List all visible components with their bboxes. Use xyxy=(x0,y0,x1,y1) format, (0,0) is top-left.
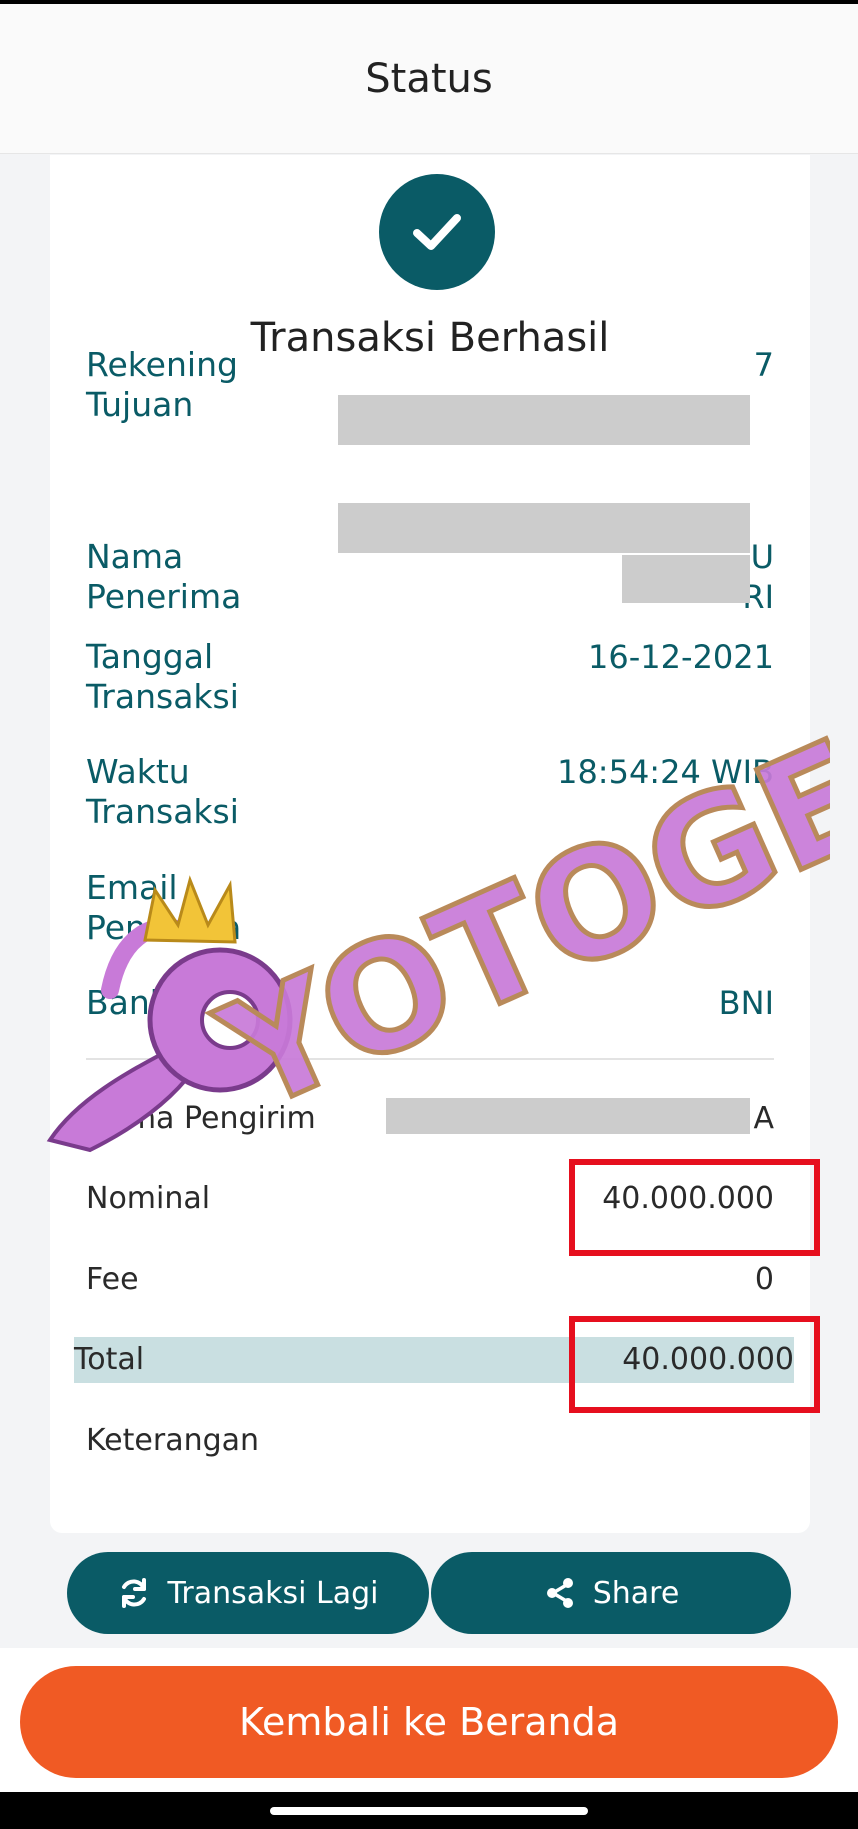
redacted-rekening xyxy=(338,395,750,445)
nama-penerima-value-line1: U xyxy=(750,538,774,576)
bank-value: BNI xyxy=(718,984,774,1022)
row-keterangan: Keterangan xyxy=(86,1421,774,1461)
highlight-box-nominal xyxy=(569,1159,820,1256)
tanggal-value: 16-12-2021 xyxy=(588,638,774,676)
redacted-pengirim xyxy=(386,1098,750,1134)
row-waktu-transaksi: Waktu Transaksi 18:54:24 WIB xyxy=(86,752,774,832)
nama-penerima-label: Nama Penerima xyxy=(86,537,242,616)
keterangan-label: Keterangan xyxy=(86,1423,260,1458)
row-email-penerima: Email Penerima xyxy=(86,868,774,948)
waktu-value: 18:54:24 WIB xyxy=(557,753,774,791)
app-header: Status xyxy=(0,4,858,154)
rekening-value: 7 xyxy=(753,346,774,384)
highlight-box-total xyxy=(569,1316,820,1413)
section-divider xyxy=(86,1058,774,1060)
page-title: Status xyxy=(365,55,493,102)
transaksi-lagi-button[interactable]: Transaksi Lagi xyxy=(67,1552,429,1634)
receipt-card: Transaksi Berhasil Rekening Tujuan 7 Nam… xyxy=(50,155,820,1533)
email-label: Email Penerima xyxy=(86,868,242,947)
rekening-label: Rekening Tujuan xyxy=(86,345,238,424)
tanggal-label: Tanggal Transaksi xyxy=(86,637,239,716)
redacted-nama-line1 xyxy=(338,503,750,553)
nominal-label: Nominal xyxy=(86,1181,211,1216)
share-label: Share xyxy=(592,1575,680,1611)
kembali-ke-beranda-button[interactable]: Kembali ke Beranda xyxy=(20,1666,838,1778)
row-tanggal-transaksi: Tanggal Transaksi 16-12-2021 xyxy=(86,637,774,717)
refresh-icon xyxy=(117,1576,151,1610)
bank-label: Bank Tujuan xyxy=(86,983,287,1022)
pengirim-label: Nama Pengirim xyxy=(86,1101,316,1136)
redacted-nama-line2 xyxy=(622,555,750,603)
home-indicator[interactable] xyxy=(270,1807,588,1815)
total-label: Total xyxy=(74,1342,145,1377)
system-navigation-bar xyxy=(0,1792,858,1829)
fee-label: Fee xyxy=(86,1262,139,1297)
waktu-label: Waktu Transaksi xyxy=(86,752,239,831)
fee-value: 0 xyxy=(754,1262,774,1297)
pengirim-value: A xyxy=(753,1101,774,1136)
footer: Kembali ke Beranda xyxy=(0,1648,858,1792)
row-fee: Fee 0 xyxy=(86,1260,774,1300)
check-icon xyxy=(379,174,495,290)
row-bank-tujuan: Bank Tujuan BNI xyxy=(86,983,774,1023)
share-icon xyxy=(543,1576,577,1610)
transaksi-lagi-label: Transaksi Lagi xyxy=(167,1575,379,1611)
share-button[interactable]: Share xyxy=(431,1552,791,1634)
